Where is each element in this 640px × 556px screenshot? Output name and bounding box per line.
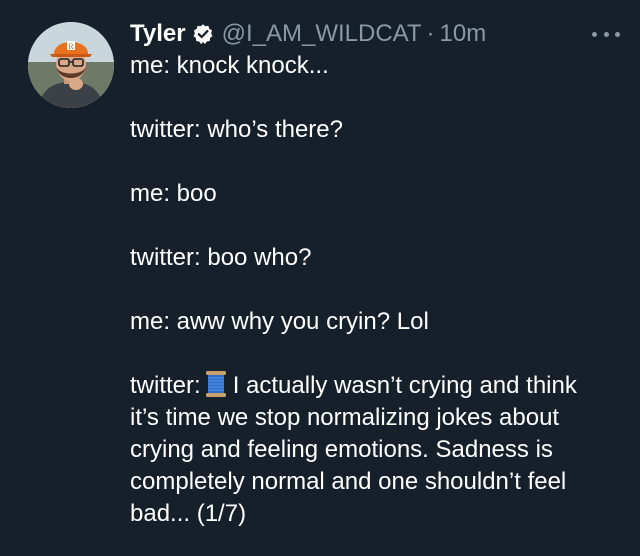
author-name[interactable]: Tyler: [130, 20, 186, 48]
tweet-paragraph-2: twitter: who’s there?: [130, 116, 343, 143]
tweet-paragraph-3: me: boo: [130, 180, 217, 207]
ellipsis-dot: [603, 31, 609, 37]
verified-badge-icon: [192, 23, 214, 45]
spool-of-thread-emoji-icon: [205, 370, 227, 398]
tweet-paragraph-4: twitter: boo who?: [130, 244, 312, 271]
paragraph-6-prefix: twitter:: [130, 372, 201, 399]
tweet[interactable]: R Tyler @I_AM_WILDCAT · 10m me: knock kn…: [0, 0, 640, 556]
author-avatar[interactable]: R: [28, 22, 114, 108]
header-separator: ·: [426, 20, 435, 47]
tweet-paragraph-6: twitter: I actually wasn’t crying and th…: [130, 370, 610, 530]
tweet-paragraph-5: me: aww why you cryin? Lol: [130, 308, 429, 335]
author-handle[interactable]: @I_AM_WILDCAT: [222, 20, 422, 48]
tweet-timestamp[interactable]: 10m: [440, 20, 487, 48]
ellipsis-dot: [615, 31, 620, 37]
tweet-paragraph-1: me: knock knock...: [130, 52, 329, 79]
avatar-image: R: [28, 22, 114, 108]
ellipsis-dot: [592, 31, 597, 37]
ellipsis-icon[interactable]: [592, 24, 620, 44]
svg-text:R: R: [68, 42, 74, 51]
tweet-text: me: knock knock... twitter: who’s there?…: [130, 50, 610, 530]
tweet-header: Tyler @I_AM_WILDCAT · 10m: [130, 18, 486, 50]
